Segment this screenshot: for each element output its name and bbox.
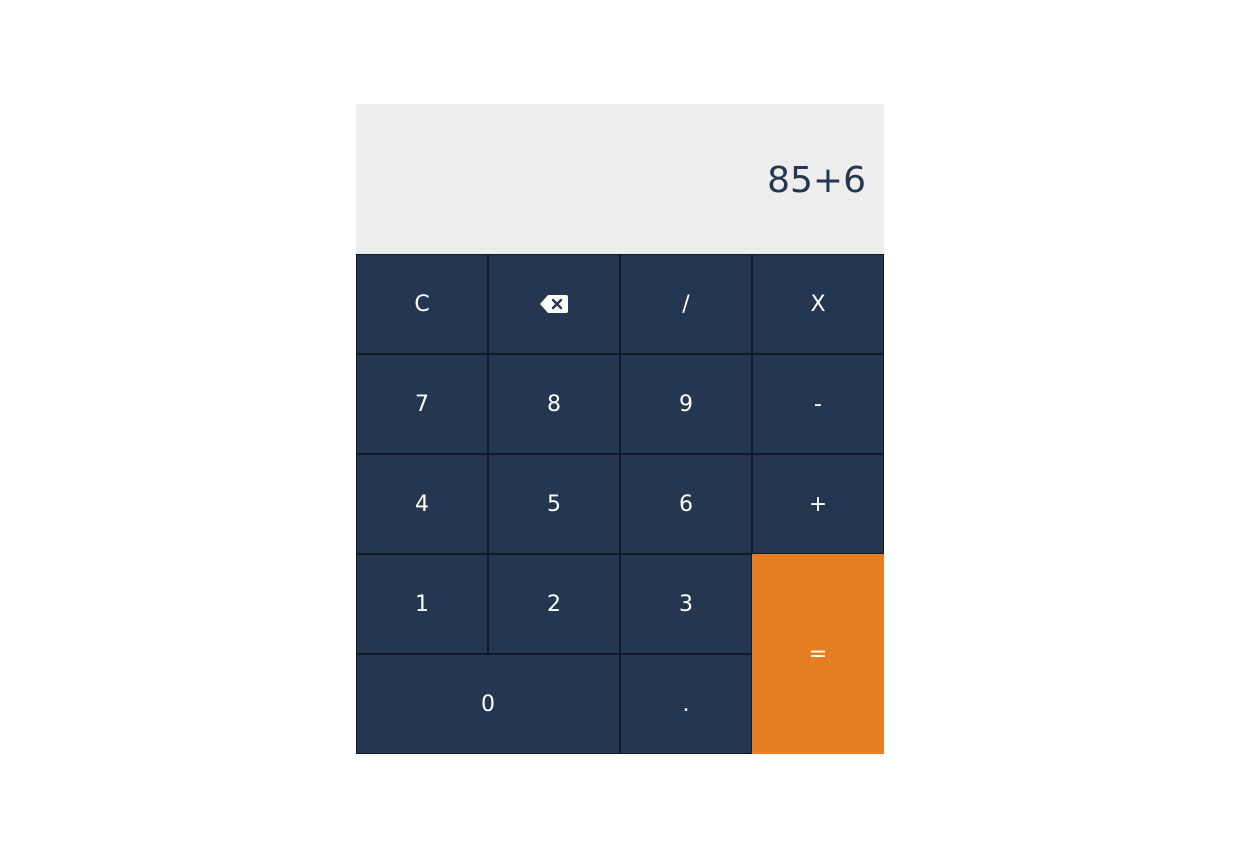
display-panel: 85+6 (356, 104, 884, 254)
multiply-button[interactable]: X (752, 254, 884, 354)
backspace-button[interactable] (488, 254, 620, 354)
digit-3-button[interactable]: 3 (620, 554, 752, 654)
backspace-icon (539, 294, 569, 314)
plus-button[interactable]: + (752, 454, 884, 554)
digit-4-button[interactable]: 4 (356, 454, 488, 554)
keypad: C / X 7 8 9 - 4 5 6 + 1 2 3 = 0 . (356, 254, 884, 754)
decimal-point-button[interactable]: . (620, 654, 752, 754)
digit-7-button[interactable]: 7 (356, 354, 488, 454)
digit-5-button[interactable]: 5 (488, 454, 620, 554)
minus-button[interactable]: - (752, 354, 884, 454)
display-expression: 85+6 (767, 160, 866, 201)
digit-9-button[interactable]: 9 (620, 354, 752, 454)
divide-button[interactable]: / (620, 254, 752, 354)
digit-6-button[interactable]: 6 (620, 454, 752, 554)
equals-button[interactable]: = (752, 554, 884, 754)
digit-2-button[interactable]: 2 (488, 554, 620, 654)
digit-1-button[interactable]: 1 (356, 554, 488, 654)
digit-0-button[interactable]: 0 (356, 654, 620, 754)
digit-8-button[interactable]: 8 (488, 354, 620, 454)
calculator: 85+6 C / X 7 8 9 - 4 5 6 + 1 2 3 = 0 . (356, 104, 884, 754)
clear-button[interactable]: C (356, 254, 488, 354)
